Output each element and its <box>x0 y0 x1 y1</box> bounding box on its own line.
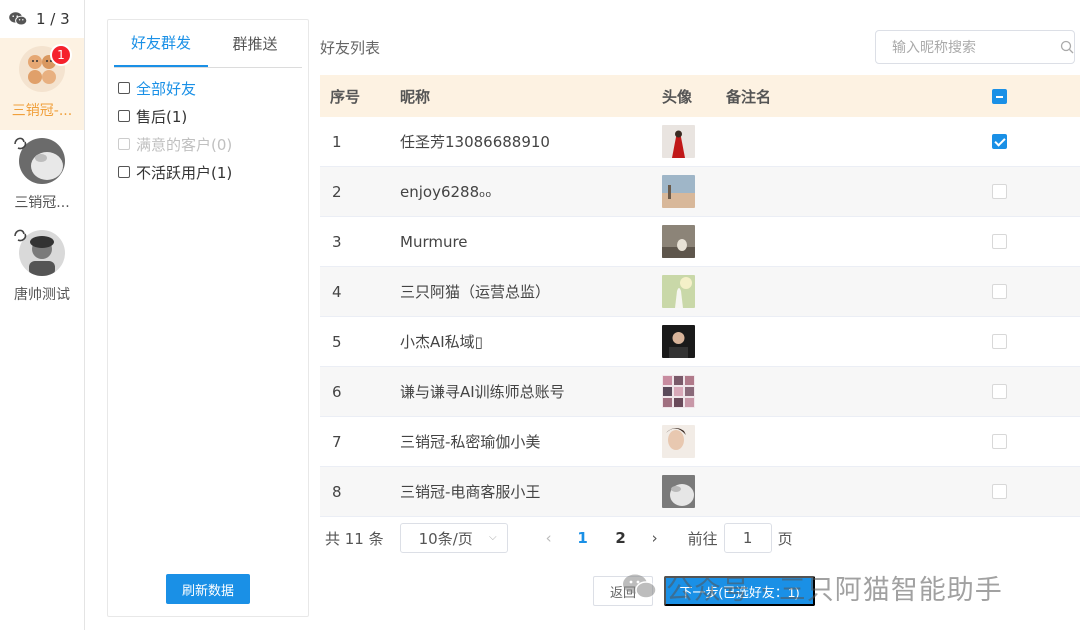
account-name: 唐帅测试 <box>14 287 70 303</box>
row-index: 5 <box>332 332 342 351</box>
prev-page-button[interactable]: ‹ <box>534 529 564 547</box>
page-size-value: 10条/页 <box>418 529 473 548</box>
wechat-icon <box>9 12 28 26</box>
friend-avatar <box>662 125 695 158</box>
group-item-inactive[interactable]: 不活跃用户(1) <box>118 158 298 186</box>
group-panel: 好友群发 群推送 全部好友 售后(1) 满意的客户(0) 不活跃用户(1) 刷新… <box>107 19 309 617</box>
row-checkbox[interactable] <box>992 134 1007 149</box>
col-avatar: 头像 <box>662 87 693 106</box>
row-index: 1 <box>332 132 342 151</box>
group-label: 全部好友 <box>136 79 197 98</box>
tab-group-push[interactable]: 群推送 <box>208 20 302 67</box>
unread-badge: 1 <box>50 44 72 66</box>
friend-avatar <box>662 375 695 408</box>
next-page-button[interactable]: › <box>640 529 670 547</box>
row-nickname: enjoy6288ₒₒ <box>400 182 492 201</box>
row-nickname: 三销冠-电商客服小王 <box>400 483 541 501</box>
table-row[interactable]: 8 三销冠-电商客服小王 <box>320 467 1080 517</box>
pagination: 共 11 条 10条/页 ⌵ ‹ 1 2 › 前往 1 页 <box>325 522 793 554</box>
friend-avatar <box>662 325 695 358</box>
group-item-satisfied: 满意的客户(0) <box>118 130 298 158</box>
group-label: 不活跃用户(1) <box>136 163 233 182</box>
search-input[interactable]: 输入昵称搜索 <box>875 30 1075 64</box>
row-index: 8 <box>332 482 342 501</box>
group-label: 满意的客户(0) <box>136 135 233 154</box>
checkbox[interactable] <box>118 82 130 94</box>
row-checkbox[interactable] <box>992 234 1007 249</box>
account-item-1[interactable]: 1 三销冠-... <box>0 38 84 130</box>
row-checkbox[interactable] <box>992 434 1007 449</box>
row-checkbox[interactable] <box>992 284 1007 299</box>
account-item-3[interactable]: 唐帅测试 <box>0 222 84 314</box>
offline-icon <box>14 137 27 150</box>
checkbox[interactable] <box>118 110 130 122</box>
row-index: 4 <box>332 282 342 301</box>
friend-avatar <box>662 425 695 458</box>
search-icon <box>1060 40 1074 54</box>
row-nickname: 任圣芳13086688910 <box>400 133 550 151</box>
table-row[interactable]: 7 三销冠-私密瑜伽小美 <box>320 417 1080 467</box>
account-name: 三销冠... <box>14 195 70 211</box>
row-nickname: 谦与谦寻AI训练师总账号 <box>400 383 565 401</box>
group-tabs: 好友群发 群推送 <box>114 20 302 68</box>
page-indicator: 1 / 3 <box>36 10 70 28</box>
table-header: 序号 昵称 头像 备注名 <box>320 75 1080 117</box>
refresh-button[interactable]: 刷新数据 <box>166 574 250 604</box>
friend-avatar <box>662 225 695 258</box>
total-count: 共 11 条 <box>325 529 384 548</box>
row-index: 7 <box>332 432 342 451</box>
row-checkbox[interactable] <box>992 334 1007 349</box>
friend-avatar <box>662 275 695 308</box>
offline-icon <box>14 229 27 242</box>
col-remark: 备注名 <box>726 87 772 106</box>
row-checkbox[interactable] <box>992 184 1007 199</box>
table-row[interactable]: 3 Murmure <box>320 217 1080 267</box>
group-item-all[interactable]: 全部好友 <box>118 74 298 102</box>
next-step-button[interactable]: 下一步(已选好友：1) <box>664 576 815 606</box>
back-button[interactable]: 返回 <box>593 576 653 606</box>
page-size-select[interactable]: 10条/页 ⌵ <box>399 523 508 553</box>
col-select <box>992 88 1080 104</box>
chevron-down-icon: ⌵ <box>489 532 497 543</box>
select-all-checkbox[interactable] <box>992 88 1007 104</box>
row-index: 2 <box>332 182 342 201</box>
friend-table: 序号 昵称 头像 备注名 1 任圣芳13086688910 2 enjoy628… <box>320 75 1080 517</box>
page-2-button[interactable]: 2 <box>602 529 640 547</box>
friend-avatar <box>662 175 695 208</box>
rail-header: 1 / 3 <box>0 0 84 38</box>
checkbox <box>118 138 130 150</box>
row-nickname: 三销冠-私密瑜伽小美 <box>400 433 541 451</box>
goto-label: 前往 <box>687 529 718 548</box>
account-item-2[interactable]: 三销冠... <box>0 130 84 222</box>
table-row[interactable]: 5 小杰AI私域▯ <box>320 317 1080 367</box>
table-row[interactable]: 6 谦与谦寻AI训练师总账号 <box>320 367 1080 417</box>
row-index: 3 <box>332 232 342 251</box>
col-index: 序号 <box>330 87 361 106</box>
row-nickname: Murmure <box>400 232 468 251</box>
goto-page-input[interactable]: 1 <box>723 523 772 553</box>
table-row[interactable]: 1 任圣芳13086688910 <box>320 117 1080 167</box>
row-checkbox[interactable] <box>992 384 1007 399</box>
search-placeholder: 输入昵称搜索 <box>892 40 976 56</box>
group-label: 售后(1) <box>136 107 188 126</box>
friend-list-title: 好友列表 <box>320 39 381 57</box>
group-item-after-sales[interactable]: 售后(1) <box>118 102 298 130</box>
account-name: 三销冠-... <box>11 103 73 119</box>
app-root: 1 / 3 1 三销冠-... 三销冠... 唐帅测试 好友群发 群推送 全部好… <box>0 0 1080 630</box>
row-index: 6 <box>332 382 342 401</box>
page-1-button[interactable]: 1 <box>564 529 602 547</box>
col-nickname: 昵称 <box>400 87 431 106</box>
table-row[interactable]: 2 enjoy6288ₒₒ <box>320 167 1080 217</box>
row-nickname: 小杰AI私域▯ <box>400 333 483 351</box>
table-row[interactable]: 4 三只阿猫（运营总监） <box>320 267 1080 317</box>
checkbox[interactable] <box>118 166 130 178</box>
group-list: 全部好友 售后(1) 满意的客户(0) 不活跃用户(1) <box>108 68 308 192</box>
page-unit-label: 页 <box>777 529 793 548</box>
tab-friend-broadcast[interactable]: 好友群发 <box>114 20 208 67</box>
row-nickname: 三只阿猫（运营总监） <box>400 283 551 301</box>
account-rail: 1 / 3 1 三销冠-... 三销冠... 唐帅测试 <box>0 0 85 630</box>
row-checkbox[interactable] <box>992 484 1007 499</box>
friend-avatar <box>662 475 695 508</box>
